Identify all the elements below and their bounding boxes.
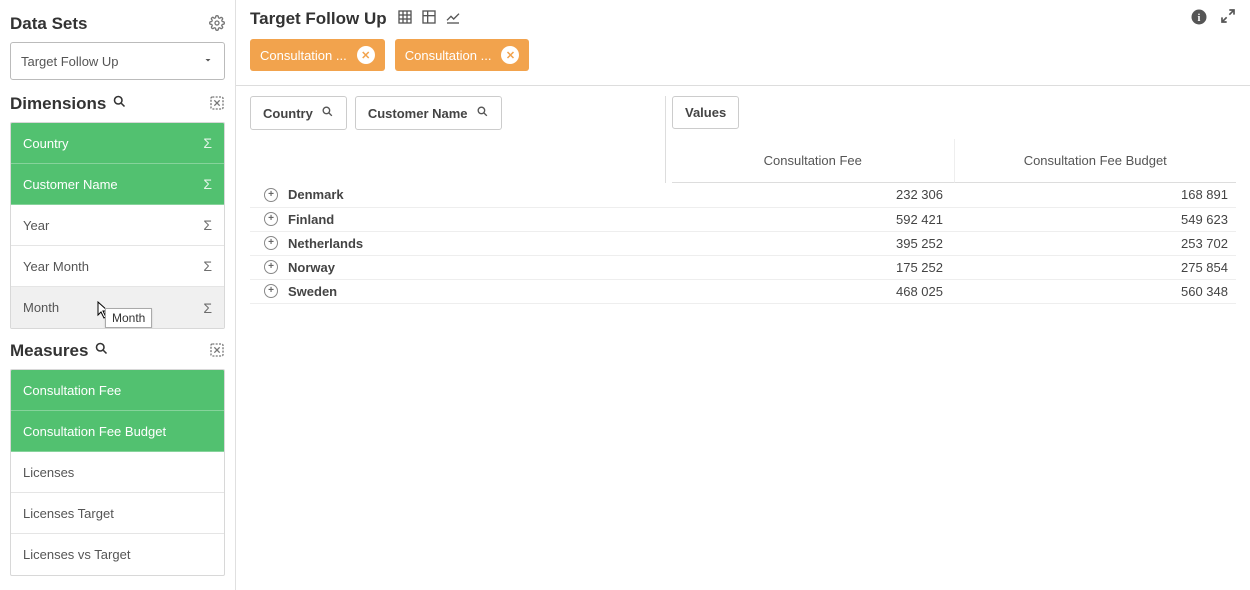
dimension-label: Customer Name: [23, 177, 118, 192]
data-table: + Denmark 232 306 168 891 + Finland 592 42…: [250, 183, 1236, 304]
table-row[interactable]: + Finland 592 421 549 623: [250, 207, 1236, 231]
row-field-label: Customer Name: [368, 106, 468, 121]
measure-label: Licenses vs Target: [23, 547, 130, 562]
search-icon[interactable]: [112, 94, 127, 114]
cell-value: 395 252: [666, 231, 951, 255]
row-field-country[interactable]: Country: [250, 96, 347, 130]
expand-icon[interactable]: +: [264, 284, 278, 298]
dimension-label: Country: [23, 136, 69, 151]
row-label: Denmark: [288, 187, 344, 202]
dimensions-list: Country Σ Customer Name Σ Year Σ Year Mo…: [10, 122, 225, 329]
info-icon[interactable]: i: [1190, 8, 1208, 29]
value-header[interactable]: Consultation Fee Budget: [954, 139, 1237, 183]
dimension-label: Year: [23, 218, 49, 233]
sigma-icon[interactable]: Σ: [203, 217, 212, 233]
gear-icon[interactable]: [209, 15, 225, 34]
search-icon[interactable]: [321, 105, 334, 121]
measure-label: Consultation Fee Budget: [23, 424, 166, 439]
dimension-item-month[interactable]: Month Σ Month: [11, 287, 224, 328]
row-label: Norway: [288, 260, 335, 275]
page-title: Target Follow Up: [250, 9, 387, 29]
main: Target Follow Up i: [236, 0, 1250, 590]
sigma-icon[interactable]: Σ: [203, 135, 212, 151]
row-label: Finland: [288, 212, 334, 227]
measure-label: Licenses Target: [23, 506, 114, 521]
sidebar: Data Sets Target Follow Up Dimensions Co…: [0, 0, 236, 590]
filter-chip-label: Consultation ...: [405, 48, 492, 63]
search-icon[interactable]: [476, 105, 489, 121]
chart-view-icon[interactable]: [445, 9, 461, 28]
dataset-select[interactable]: Target Follow Up: [10, 42, 225, 80]
dimension-item-year-month[interactable]: Year Month Σ: [11, 246, 224, 287]
dimension-label: Year Month: [23, 259, 89, 274]
dimension-item-country[interactable]: Country Σ: [11, 123, 224, 164]
chevron-down-icon: [202, 54, 214, 69]
cell-value: 253 702: [951, 231, 1236, 255]
measure-item-consultation-fee-budget[interactable]: Consultation Fee Budget: [11, 411, 224, 452]
filter-chip-label: Consultation ...: [260, 48, 347, 63]
expand-icon[interactable]: +: [264, 236, 278, 250]
cell-value: 175 252: [666, 255, 951, 279]
clear-selection-icon[interactable]: [209, 342, 225, 361]
pivot-area: Country Customer Name: [236, 86, 1250, 590]
expand-icon[interactable]: +: [264, 188, 278, 202]
svg-text:i: i: [1198, 13, 1201, 24]
cell-value: 468 025: [666, 279, 951, 303]
cell-value: 549 623: [951, 207, 1236, 231]
measures-title: Measures: [10, 341, 88, 361]
measure-item-licenses-target[interactable]: Licenses Target: [11, 493, 224, 534]
cell-value: 560 348: [951, 279, 1236, 303]
dataset-selected-label: Target Follow Up: [21, 54, 119, 69]
measure-label: Consultation Fee: [23, 383, 121, 398]
table-row[interactable]: + Netherlands 395 252 253 702: [250, 231, 1236, 255]
sigma-icon[interactable]: Σ: [203, 176, 212, 192]
measure-item-licenses[interactable]: Licenses: [11, 452, 224, 493]
value-header[interactable]: Consultation Fee: [672, 139, 954, 183]
topbar: Target Follow Up i: [236, 0, 1250, 86]
row-label: Netherlands: [288, 236, 363, 251]
filter-row: Consultation ... ✕ Consultation ... ✕: [250, 39, 1236, 71]
clear-selection-icon[interactable]: [209, 95, 225, 114]
filter-chip[interactable]: Consultation ... ✕: [250, 39, 385, 71]
row-field-customer-name[interactable]: Customer Name: [355, 96, 502, 130]
dimension-label: Month: [23, 300, 59, 315]
row-label: Sweden: [288, 284, 337, 299]
table-row[interactable]: + Denmark 232 306 168 891: [250, 183, 1236, 207]
column-field-values[interactable]: Values: [672, 96, 739, 129]
column-field-label: Values: [685, 105, 726, 120]
expand-icon[interactable]: +: [264, 212, 278, 226]
remove-filter-icon[interactable]: ✕: [501, 46, 519, 64]
dimension-item-year[interactable]: Year Σ: [11, 205, 224, 246]
measure-label: Licenses: [23, 465, 74, 480]
filter-chip[interactable]: Consultation ... ✕: [395, 39, 530, 71]
cell-value: 275 854: [951, 255, 1236, 279]
measure-item-licenses-vs-target[interactable]: Licenses vs Target: [11, 534, 224, 575]
table-view-icon[interactable]: [397, 9, 413, 28]
fullscreen-icon[interactable]: [1220, 8, 1236, 29]
remove-filter-icon[interactable]: ✕: [357, 46, 375, 64]
table-row[interactable]: + Sweden 468 025 560 348: [250, 279, 1236, 303]
pivot-view-icon[interactable]: [421, 9, 437, 28]
cell-value: 168 891: [951, 183, 1236, 207]
sigma-icon[interactable]: Σ: [203, 300, 212, 316]
dimension-item-customer-name[interactable]: Customer Name Σ: [11, 164, 224, 205]
cell-value: 232 306: [666, 183, 951, 207]
sigma-icon[interactable]: Σ: [203, 258, 212, 274]
measure-item-consultation-fee[interactable]: Consultation Fee: [11, 370, 224, 411]
datasets-title: Data Sets: [10, 14, 87, 34]
search-icon[interactable]: [94, 341, 109, 361]
measures-list: Consultation Fee Consultation Fee Budget…: [10, 369, 225, 576]
table-row[interactable]: + Norway 175 252 275 854: [250, 255, 1236, 279]
dimensions-title: Dimensions: [10, 94, 106, 114]
cell-value: 592 421: [666, 207, 951, 231]
row-field-label: Country: [263, 106, 313, 121]
tooltip: Month: [105, 308, 152, 328]
expand-icon[interactable]: +: [264, 260, 278, 274]
